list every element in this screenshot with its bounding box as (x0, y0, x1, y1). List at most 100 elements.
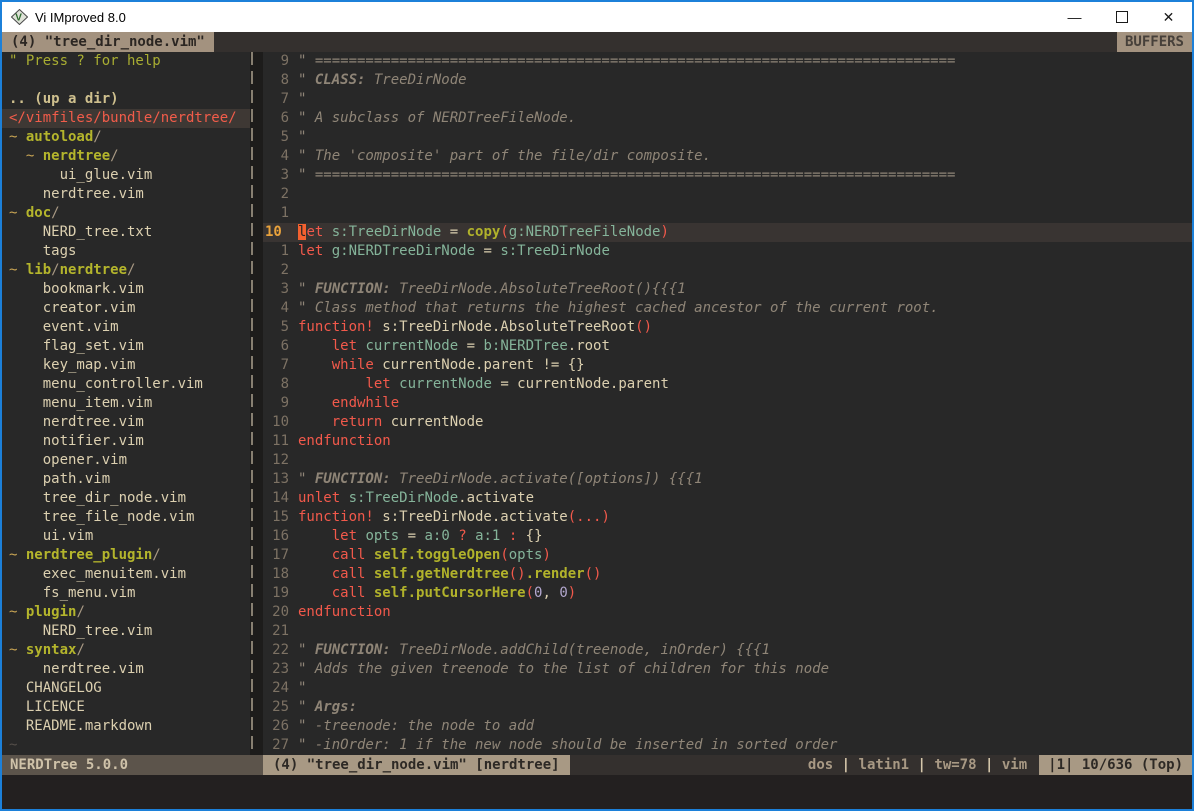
code-line[interactable]: 20endfunction (263, 603, 1192, 622)
editor-buffer[interactable]: 9" =====================================… (263, 52, 1192, 755)
line-number: 9 (263, 394, 289, 413)
tree-item[interactable]: creator.vim (2, 299, 250, 318)
tree-item[interactable]: fs_menu.vim (2, 584, 250, 603)
tree-item[interactable]: </vimfiles/bundle/nerdtree/ (2, 109, 250, 128)
title-bar: V Vi IMproved 8.0 — ✕ (2, 2, 1192, 32)
code-line[interactable]: 25" Args: (263, 698, 1192, 717)
tree-item[interactable]: ui_glue.vim (2, 166, 250, 185)
code-line[interactable]: 4" The 'composite' part of the file/dir … (263, 147, 1192, 166)
tree-item[interactable]: nerdtree.vim (2, 413, 250, 432)
code-line[interactable]: 15function! s:TreeDirNode.activate(...) (263, 508, 1192, 527)
tree-item[interactable]: ui.vim (2, 527, 250, 546)
code-line[interactable]: 6" A subclass of NERDTreeFileNode. (263, 109, 1192, 128)
main-area: " Press ? for help.. (up a dir)</vimfile… (2, 52, 1192, 755)
code-line[interactable]: 13" FUNCTION: TreeDirNode.activate([opti… (263, 470, 1192, 489)
tree-item[interactable]: tree_file_node.vim (2, 508, 250, 527)
code-line[interactable]: 26" -treenode: the node to add (263, 717, 1192, 736)
tree-item: ~ (2, 736, 250, 755)
code-line[interactable]: 1 (263, 204, 1192, 223)
maximize-button[interactable] (1098, 2, 1145, 32)
code-line[interactable]: 14unlet s:TreeDirNode.activate (263, 489, 1192, 508)
code-line[interactable]: 5" (263, 128, 1192, 147)
window-title: Vi IMproved 8.0 (35, 10, 126, 25)
code-line[interactable]: 10 return currentNode (263, 413, 1192, 432)
tree-item[interactable]: nerdtree.vim (2, 185, 250, 204)
code-line[interactable]: 10let s:TreeDirNode = copy(g:NERDTreeFil… (263, 223, 1192, 242)
code-line[interactable]: 4" Class method that returns the highest… (263, 299, 1192, 318)
line-number: 17 (263, 546, 289, 565)
code-line[interactable]: 22" FUNCTION: TreeDirNode.addChild(treen… (263, 641, 1192, 660)
tree-item[interactable]: ~ nerdtree_plugin/ (2, 546, 250, 565)
buffers-label: BUFFERS (1117, 32, 1192, 52)
tree-item[interactable]: tags (2, 242, 250, 261)
tree-item[interactable]: ~ nerdtree/ (2, 147, 250, 166)
nerdtree-panel[interactable]: " Press ? for help.. (up a dir)</vimfile… (2, 52, 250, 755)
code-line[interactable]: 17 call self.toggleOpen(opts) (263, 546, 1192, 565)
code-line[interactable]: 7 while currentNode.parent != {} (263, 356, 1192, 375)
tree-item[interactable]: exec_menuitem.vim (2, 565, 250, 584)
code-line[interactable]: 27" -inOrder: 1 if the new node should b… (263, 736, 1192, 755)
line-number: 19 (263, 584, 289, 603)
code-line[interactable]: 3" FUNCTION: TreeDirNode.AbsoluteTreeRoo… (263, 280, 1192, 299)
line-number: 8 (263, 375, 289, 394)
command-line[interactable] (2, 775, 1192, 809)
code-line[interactable]: 8" CLASS: TreeDirNode (263, 71, 1192, 90)
code-line[interactable]: 2 (263, 261, 1192, 280)
tree-item[interactable]: CHANGELOG (2, 679, 250, 698)
line-number: 6 (263, 109, 289, 128)
code-line[interactable]: 3" =====================================… (263, 166, 1192, 185)
code-line[interactable]: 7" (263, 90, 1192, 109)
vim-logo-icon: V (11, 9, 28, 25)
code-line[interactable]: 6 let currentNode = b:NERDTree.root (263, 337, 1192, 356)
code-line[interactable]: 2 (263, 185, 1192, 204)
code-line[interactable]: 9 endwhile (263, 394, 1192, 413)
code-line[interactable]: 21 (263, 622, 1192, 641)
tree-item[interactable]: ~ autoload/ (2, 128, 250, 147)
tab-tree-dir-node[interactable]: (4) "tree_dir_node.vim" (2, 32, 214, 52)
minimize-button[interactable]: — (1051, 2, 1098, 32)
tree-item[interactable]: NERD_tree.vim (2, 622, 250, 641)
tree-item[interactable]: nerdtree.vim (2, 660, 250, 679)
line-number: 27 (263, 736, 289, 755)
line-number: 18 (263, 565, 289, 584)
code-line[interactable]: 12 (263, 451, 1192, 470)
code-line[interactable]: 1let g:NERDTreeDirNode = s:TreeDirNode (263, 242, 1192, 261)
tree-item[interactable]: tree_dir_node.vim (2, 489, 250, 508)
code-line[interactable]: 16 let opts = a:0 ? a:1 : {} (263, 527, 1192, 546)
line-number: 7 (263, 90, 289, 109)
code-line[interactable]: 19 call self.putCursorHere(0, 0) (263, 584, 1192, 603)
line-number: 7 (263, 356, 289, 375)
tree-item[interactable]: ~ syntax/ (2, 641, 250, 660)
tree-item[interactable]: menu_item.vim (2, 394, 250, 413)
tree-item[interactable]: notifier.vim (2, 432, 250, 451)
line-number: 5 (263, 128, 289, 147)
tree-item[interactable]: menu_controller.vim (2, 375, 250, 394)
tree-item[interactable]: ~ lib/nerdtree/ (2, 261, 250, 280)
tree-item[interactable]: flag_set.vim (2, 337, 250, 356)
tree-item (2, 71, 250, 90)
code-line[interactable]: 18 call self.getNerdtree().render() (263, 565, 1192, 584)
tree-item[interactable]: ~ plugin/ (2, 603, 250, 622)
code-line[interactable]: 5function! s:TreeDirNode.AbsoluteTreeRoo… (263, 318, 1192, 337)
tree-item[interactable]: key_map.vim (2, 356, 250, 375)
tree-item[interactable]: .. (up a dir) (2, 90, 250, 109)
line-number: 3 (263, 280, 289, 299)
nerdtree-statusline: NERDTree 5.0.0 (2, 755, 263, 775)
code-line[interactable]: 11endfunction (263, 432, 1192, 451)
tree-item[interactable]: NERD_tree.txt (2, 223, 250, 242)
code-line[interactable]: 9" =====================================… (263, 52, 1192, 71)
code-line[interactable]: 8 let currentNode = currentNode.parent (263, 375, 1192, 394)
tree-item[interactable]: ~ doc/ (2, 204, 250, 223)
tree-item[interactable]: path.vim (2, 470, 250, 489)
tree-item[interactable]: README.markdown (2, 717, 250, 736)
code-line[interactable]: 23" Adds the given treenode to the list … (263, 660, 1192, 679)
tree-item[interactable]: event.vim (2, 318, 250, 337)
line-number: 5 (263, 318, 289, 337)
line-number: 2 (263, 185, 289, 204)
close-button[interactable]: ✕ (1145, 2, 1192, 32)
window-split-separator[interactable] (250, 52, 263, 755)
tree-item[interactable]: LICENCE (2, 698, 250, 717)
tree-item[interactable]: opener.vim (2, 451, 250, 470)
code-line[interactable]: 24" (263, 679, 1192, 698)
tree-item[interactable]: bookmark.vim (2, 280, 250, 299)
